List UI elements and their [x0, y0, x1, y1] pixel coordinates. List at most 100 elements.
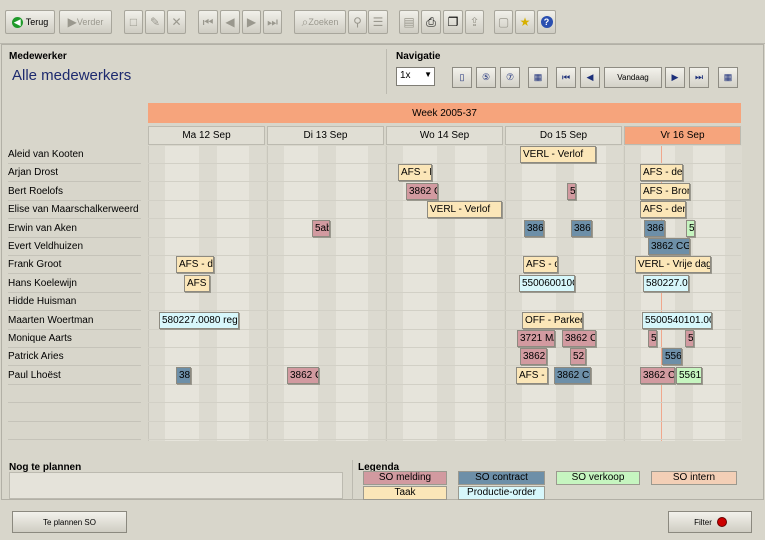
filter-label: Filter	[694, 517, 712, 527]
appointment-verkoop[interactable]: 5561	[676, 367, 702, 384]
prev-record-button[interactable]: ◀	[220, 10, 240, 34]
appointment-taak[interactable]: VERL - Vrije dag	[635, 256, 711, 273]
appointment-melding[interactable]: 5	[567, 183, 576, 200]
delete-button[interactable]: ✕	[167, 10, 186, 34]
status-indicator-icon	[717, 518, 726, 526]
appointment-melding[interactable]: 5	[648, 330, 657, 347]
employee-row-label[interactable]: Maarten Woertman	[8, 312, 141, 330]
new-button[interactable]: □	[124, 10, 143, 34]
employee-row-label[interactable]: Patrick Aries	[8, 348, 141, 366]
appointment-verkoop[interactable]: 5	[686, 220, 695, 237]
appointment-prod[interactable]: 5500540101.00	[642, 312, 712, 329]
appointment-contract[interactable]: 556	[662, 348, 682, 365]
appointment-taak[interactable]: AFS - D	[398, 164, 432, 181]
employee-row-label[interactable]: Elise van Maarschalkerweerd	[8, 201, 141, 219]
appointment-taak[interactable]: AFS - der	[640, 164, 683, 181]
day-column-wed[interactable]	[386, 146, 504, 441]
off-hours-shade	[506, 146, 522, 441]
copy-button[interactable]: ❐	[443, 10, 463, 34]
employee-row-label[interactable]: Paul Lhoëst	[8, 367, 141, 385]
day-view-button[interactable]: ▯	[452, 67, 472, 88]
last-record-button[interactable]: ⏭	[263, 10, 282, 34]
appointment-contract[interactable]: 3862	[644, 220, 665, 237]
appointment-contract[interactable]: 38	[176, 367, 191, 384]
appointment-taak[interactable]: AFS -	[516, 367, 548, 384]
favorite-button[interactable]: ★	[515, 10, 535, 34]
appointment-contract[interactable]: 3862	[571, 220, 592, 237]
appointment-taak[interactable]: AFS - d	[523, 256, 558, 273]
unplanned-area[interactable]	[9, 472, 343, 499]
empty-row	[8, 404, 141, 422]
edit-button[interactable]: ✎	[145, 10, 165, 34]
appointment-melding[interactable]: 3862 C	[640, 367, 675, 384]
export-button[interactable]: ⇪	[465, 10, 484, 34]
next-record-button[interactable]: ▶	[242, 10, 261, 34]
appointment-taak[interactable]: VERL - Verlof	[427, 201, 502, 218]
employee-row-label[interactable]: Hans Koelewijn	[8, 275, 141, 293]
help-button[interactable]: ?	[537, 10, 556, 34]
list-view-button[interactable]: ☰	[368, 10, 388, 34]
day-column-mon[interactable]	[148, 146, 266, 441]
workweek-view-button[interactable]: ⑤	[476, 67, 496, 88]
employee-row-label[interactable]: Aleid van Kooten	[8, 146, 141, 164]
month-view-button[interactable]: ▦	[528, 67, 548, 88]
appointment-melding[interactable]: 5ab	[312, 220, 330, 237]
employee-row-label[interactable]: Frank Groot	[8, 256, 141, 274]
first-period-button[interactable]: ⏮	[556, 67, 576, 88]
day-header-tue[interactable]: Di 13 Sep	[267, 126, 384, 145]
today-button[interactable]: Vandaag	[604, 67, 662, 88]
day-header-wed[interactable]: Wo 14 Sep	[386, 126, 503, 145]
appointment-melding[interactable]: 3721 M/	[517, 330, 555, 347]
employee-row-label[interactable]: Erwin van Aken	[8, 220, 141, 238]
appointment-taak[interactable]: AFS - Bron	[640, 183, 690, 200]
zoom-select[interactable]: 1x ▼	[396, 67, 435, 86]
appointment-taak[interactable]: AFS	[184, 275, 210, 292]
appointment-prod[interactable]: 580227.0080 rege	[159, 312, 239, 329]
day-header-fri[interactable]: Vr 16 Sep	[624, 126, 741, 145]
search-button[interactable]: ⌕ Zoeken	[294, 10, 346, 34]
appointment-taak[interactable]: AFS - de	[176, 256, 214, 273]
appointment-melding[interactable]: 3862 C	[562, 330, 596, 347]
workweek-icon: ⑤	[481, 72, 491, 82]
window-button[interactable]: ▢	[494, 10, 513, 34]
zoom-value: 1x	[400, 70, 411, 81]
appointment-taak[interactable]: OFF - Parkee	[522, 312, 583, 329]
attachment-button[interactable]: ▤	[399, 10, 419, 34]
employee-row-label[interactable]: Evert Veldhuizen	[8, 238, 141, 256]
appointment-melding[interactable]: 3862	[520, 348, 547, 365]
appointment-taak[interactable]: AFS - der	[640, 201, 686, 218]
week-view-button[interactable]: ⑦	[500, 67, 520, 88]
appointment-taak[interactable]: VERL - Verlof	[520, 146, 596, 163]
appointment-melding[interactable]: 52	[570, 348, 586, 365]
day-header-thu[interactable]: Do 15 Sep	[505, 126, 622, 145]
first-record-button[interactable]: ⏮	[198, 10, 218, 34]
last-period-button[interactable]: ⏭	[689, 67, 709, 88]
appointment-contract[interactable]: 3862 CC	[554, 367, 591, 384]
lunch-shade	[318, 146, 336, 441]
appointment-melding[interactable]: 3862 C	[287, 367, 319, 384]
filter-button[interactable]: Filter	[668, 511, 752, 533]
appointment-melding[interactable]: 3862 C	[406, 183, 438, 200]
employee-row-label[interactable]: Arjan Drost	[8, 164, 141, 182]
calendar-button[interactable]: ▦	[718, 67, 738, 88]
day-column-tue[interactable]	[267, 146, 385, 441]
day-column-thu[interactable]	[505, 146, 623, 441]
prev-period-button[interactable]: ◀	[580, 67, 600, 88]
appointment-prod[interactable]: 550060010C	[519, 275, 575, 292]
plan-so-button[interactable]: Te plannen SO	[12, 511, 127, 533]
off-hours-shade	[149, 146, 165, 441]
appointment-contract[interactable]: 3862 CG	[648, 238, 690, 255]
appointment-prod[interactable]: 580227.00	[643, 275, 689, 292]
print-button[interactable]: ⎙	[421, 10, 441, 34]
advanced-search-button[interactable]: ⚲	[348, 10, 367, 34]
employee-row-label[interactable]: Hidde Huisman	[8, 293, 141, 311]
employee-row-label[interactable]: Bert Roelofs	[8, 183, 141, 201]
appointment-contract[interactable]: 386	[524, 220, 544, 237]
appointment-melding[interactable]: 5	[685, 330, 694, 347]
forward-button[interactable]: ▶ Verder	[59, 10, 112, 34]
back-button[interactable]: ◀ Terug	[5, 10, 55, 34]
employee-row-label[interactable]: Monique Aarts	[8, 330, 141, 348]
next-period-button[interactable]: ▶	[665, 67, 685, 88]
day-header-mon[interactable]: Ma 12 Sep	[148, 126, 265, 145]
month-calendar-icon: ▦	[533, 72, 543, 82]
